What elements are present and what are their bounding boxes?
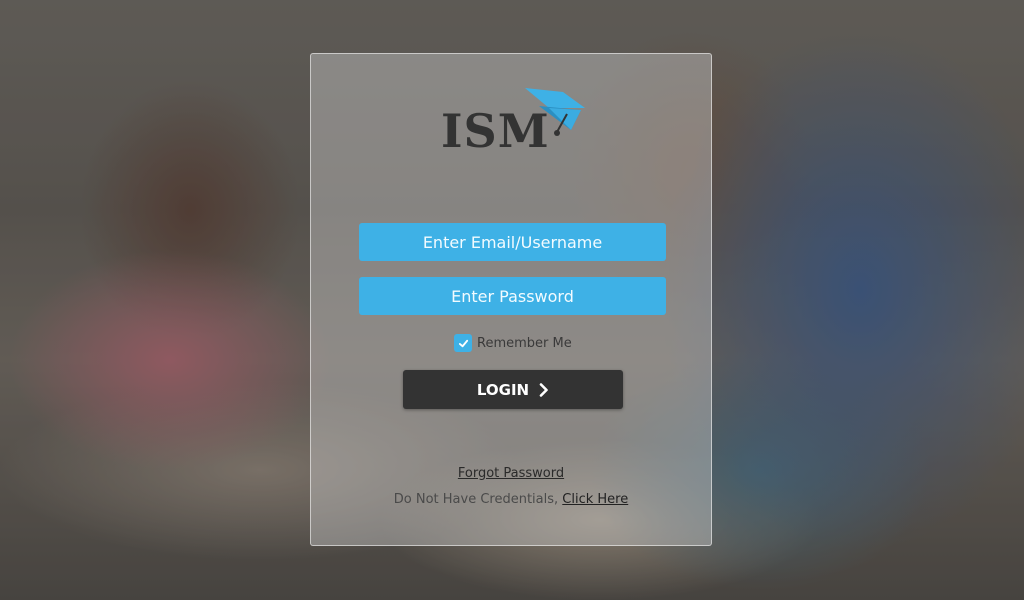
email-username-input[interactable] bbox=[359, 223, 666, 261]
chevron-right-icon bbox=[539, 382, 549, 397]
click-here-link[interactable]: Click Here bbox=[562, 492, 628, 507]
remember-me-label: Remember Me bbox=[477, 335, 572, 351]
login-button-label: LOGIN bbox=[476, 380, 530, 399]
remember-me-checkbox[interactable] bbox=[454, 334, 472, 352]
login-button[interactable]: LOGIN bbox=[403, 370, 623, 409]
remember-me-toggle[interactable]: Remember Me bbox=[454, 333, 572, 353]
login-card: ISM Remember Me LOGIN Forgot Password Do… bbox=[310, 53, 712, 546]
password-input[interactable] bbox=[359, 277, 666, 315]
graduation-cap-icon bbox=[525, 88, 585, 136]
no-credentials-text: Do Not Have Credentials, bbox=[393, 492, 559, 507]
ism-logo: ISM bbox=[441, 86, 587, 158]
forgot-password-link[interactable]: Forgot Password bbox=[311, 466, 711, 481]
check-icon bbox=[458, 339, 468, 347]
no-credentials-row: Do Not Have Credentials, Click Here bbox=[311, 492, 711, 507]
